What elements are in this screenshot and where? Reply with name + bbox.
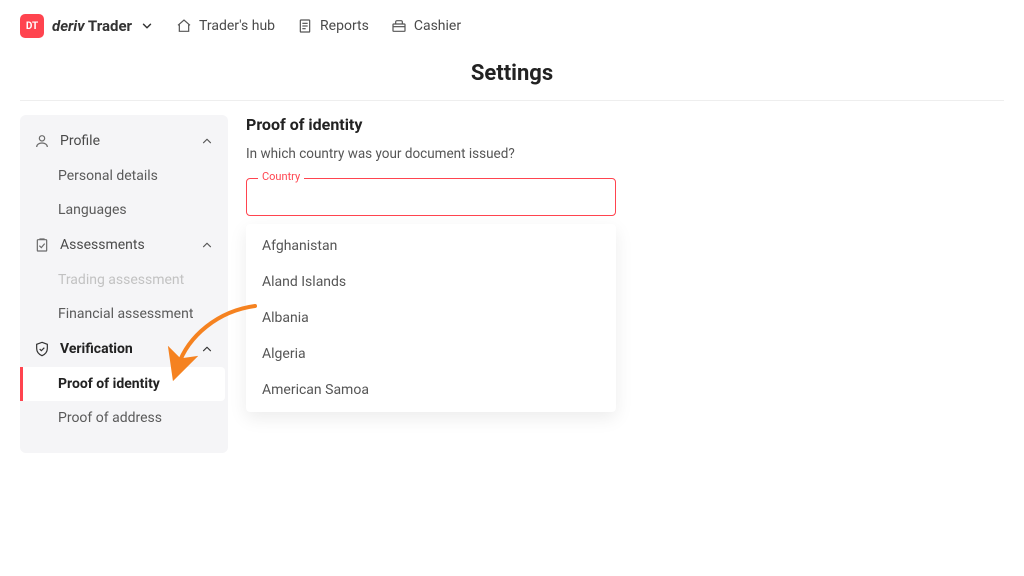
nav-reports[interactable]: Reports [297,18,369,34]
page-title: Settings [471,61,553,86]
cashier-icon [391,18,407,34]
shield-icon [34,341,50,357]
sidebar-item-proof-of-address[interactable]: Proof of address [20,401,228,435]
nav-label: Cashier [414,18,461,34]
country-dropdown: Afghanistan Aland Islands Albania Algeri… [246,224,616,412]
dropdown-item[interactable]: Albania [246,300,616,336]
sidebar-section-label: Profile [60,133,100,149]
sidebar-section-verification[interactable]: Verification [20,331,228,367]
field-label: Country [258,170,304,183]
main-question: In which country was your document issue… [246,146,616,162]
sidebar-section-label: Verification [60,341,133,357]
brand-badge: DT [20,14,44,38]
sidebar-item-financial-assessment[interactable]: Financial assessment [20,297,228,331]
nav-cashier[interactable]: Cashier [391,18,461,34]
content-area: Profile Personal details Languages Asses… [0,101,1024,467]
dropdown-item[interactable]: American Samoa [246,372,616,408]
dropdown-item[interactable]: Afghanistan [246,228,616,264]
dropdown-item[interactable]: Algeria [246,336,616,372]
brand-name: deriv Trader [52,17,132,35]
chevron-up-icon [200,238,214,252]
sidebar-item-proof-of-identity[interactable]: Proof of identity [20,367,225,401]
country-field: Country [246,178,616,216]
sidebar-item-trading-assessment: Trading assessment [20,263,228,297]
sidebar-item-languages[interactable]: Languages [20,193,228,227]
main-heading: Proof of identity [246,115,616,134]
nav-label: Trader's hub [199,18,275,34]
home-icon [176,18,192,34]
main-panel: Proof of identity In which country was y… [246,115,616,453]
document-icon [297,18,313,34]
user-icon [34,133,50,149]
dropdown-item[interactable]: Aland Islands [246,264,616,300]
nav-label: Reports [320,18,369,34]
settings-sidebar: Profile Personal details Languages Asses… [20,115,228,453]
top-nav: DT deriv Trader Trader's hub Reports Cas… [0,0,1024,53]
brand-switcher[interactable]: DT deriv Trader [20,14,154,38]
sidebar-section-label: Assessments [60,237,145,253]
page-title-row: Settings [20,53,1004,101]
sidebar-section-assessments[interactable]: Assessments [20,227,228,263]
sidebar-item-personal-details[interactable]: Personal details [20,159,228,193]
clipboard-check-icon [34,237,50,253]
chevron-up-icon [200,134,214,148]
country-input[interactable] [246,178,616,216]
nav-traders-hub[interactable]: Trader's hub [176,18,275,34]
chevron-up-icon [200,342,214,356]
sidebar-section-profile[interactable]: Profile [20,123,228,159]
chevron-down-icon [140,19,154,33]
